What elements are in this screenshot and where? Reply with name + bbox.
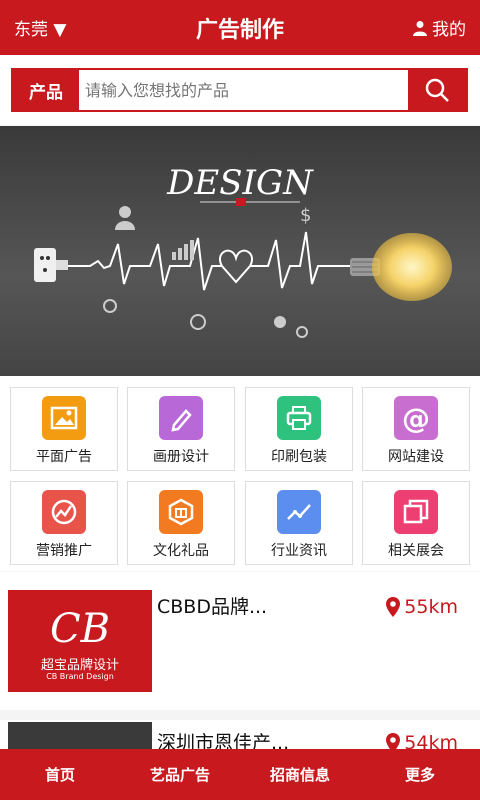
location-pin-icon [386,597,401,617]
page-title: 广告制作 [195,18,284,43]
user-icon [413,20,427,36]
category-label: 网站建设 [388,449,444,465]
category-item[interactable]: 营销推广 [10,481,118,565]
logo-text: 超宝品牌设计 [40,658,119,673]
svg-text:$: $ [300,205,311,226]
nav-home[interactable]: 首页 [0,749,120,800]
pencil-icon [159,396,203,440]
banner-illustration: DESIGN $ [34,163,452,338]
nav-more[interactable]: 更多 [360,749,480,800]
category-grid: 平面广告 画册设计 印刷包装 @ 网站建设 营销推广 文化礼品 行业资讯 相关展… [0,376,480,571]
search-icon [425,78,449,102]
chart-icon [277,490,321,534]
at-icon: @ [394,396,438,440]
layers-icon [394,490,438,534]
category-item[interactable]: 平面广告 [10,387,118,471]
distance-value: 55km [404,596,458,618]
list-item[interactable]: CB 超宝品牌设计 CB Brand Design CBBD品牌... 55km [0,572,480,710]
logo-mark: CB [50,606,110,652]
gift-icon [159,490,203,534]
search-box: 产品 [11,68,468,112]
category-item[interactable]: 相关展会 [362,481,470,565]
my-account-label: 我的 [432,20,466,40]
printer-icon [277,396,321,440]
category-label: 平面广告 [36,449,92,465]
category-item[interactable]: 行业资讯 [245,481,353,565]
category-item[interactable]: 文化礼品 [127,481,235,565]
category-label: 营销推广 [36,543,92,559]
logo-subtext: CB Brand Design [46,672,114,681]
nav-art-ads[interactable]: 艺品广告 [120,749,240,800]
search-area: 产品 [0,55,480,125]
search-input[interactable] [79,70,408,110]
image-icon [42,396,86,440]
listing-distance: 55km [386,596,458,618]
bottom-nav: 首页 艺品广告 招商信息 更多 [0,749,480,800]
listing-list: CB 超宝品牌设计 CB Brand Design CBBD品牌... 55km… [0,572,480,760]
listing-logo: CB 超宝品牌设计 CB Brand Design [8,590,152,692]
top-bar: 东莞 ▼ 广告制作 我的 [0,0,480,55]
category-item[interactable]: @ 网站建设 [362,387,470,471]
category-label: 行业资讯 [271,543,327,559]
search-category-button[interactable]: 产品 [13,70,79,110]
search-button[interactable] [408,70,466,110]
trend-icon [42,490,86,534]
nav-investment[interactable]: 招商信息 [240,749,360,800]
category-label: 文化礼品 [153,543,209,559]
banner[interactable]: DESIGN $ [0,126,480,376]
category-item[interactable]: 印刷包装 [245,387,353,471]
listing-name: CBBD品牌... [157,596,268,618]
category-label: 印刷包装 [271,449,327,465]
category-item[interactable]: 画册设计 [127,387,235,471]
banner-word: DESIGN [166,163,314,203]
my-account-button[interactable]: 我的 [412,15,466,40]
category-label: 画册设计 [153,449,209,465]
category-label: 相关展会 [388,543,444,559]
